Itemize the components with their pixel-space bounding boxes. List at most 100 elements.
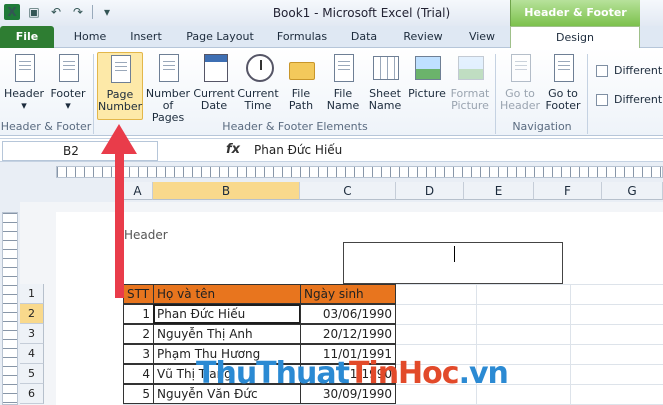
tab-page-layout[interactable]: Page Layout <box>183 26 257 48</box>
column-header-b[interactable]: B <box>153 182 300 200</box>
format-picture-label-2: Picture <box>451 99 489 112</box>
watermark-part-3: .vn <box>458 356 509 391</box>
row-header-4[interactable]: 4 <box>20 344 44 364</box>
go-to-header-icon <box>505 52 535 86</box>
page-number-button[interactable]: Page Number <box>97 52 143 120</box>
table-cell-dob[interactable]: 03/06/1990 <box>300 304 396 324</box>
current-date-button[interactable]: Current Date <box>193 52 235 120</box>
tab-home[interactable]: Home <box>70 26 110 48</box>
row-header-6[interactable]: 6 <box>20 384 44 404</box>
formula-bar: B2 fx Phan Đức Hiếu <box>0 138 663 162</box>
tab-formulas[interactable]: Formulas <box>274 26 330 48</box>
go-to-footer-button[interactable]: Go to Footer <box>542 52 584 120</box>
horizontal-ruler <box>56 166 663 178</box>
checkbox-box[interactable] <box>596 93 608 106</box>
context-tab-group-label: Header & Footer Tools <box>510 0 640 45</box>
header-center-section[interactable] <box>343 242 563 284</box>
footer-icon <box>53 52 83 86</box>
table-cell-dob[interactable]: 20/12/1990 <box>300 324 396 344</box>
group-label-navigation: Navigation <box>512 120 572 133</box>
table-cell-name[interactable]: Nguyễn Thị Anh <box>153 324 301 344</box>
watermark-part-1: ThuThuat <box>196 356 350 391</box>
footer-button[interactable]: Footer ▾ <box>46 52 90 120</box>
group-label-header-footer-elements: Header & Footer Elements <box>222 120 368 133</box>
table-header-name[interactable]: Họ và tên <box>153 284 301 304</box>
formula-input[interactable]: Phan Đức Hiếu <box>254 143 342 157</box>
page-number-icon <box>105 53 135 87</box>
format-picture-button[interactable]: Format Picture <box>449 52 491 120</box>
file-name-button[interactable]: File Name <box>323 52 363 120</box>
pointer-arrow <box>115 150 124 298</box>
title-bar: X ▣ ↶ ↷ ▾ Book1 - Microsoft Excel (Trial… <box>0 0 663 45</box>
column-header-g[interactable]: G <box>602 182 663 200</box>
group-label-header-footer: Header & Footer <box>0 120 92 133</box>
dropdown-arrow-icon: ▾ <box>21 99 27 112</box>
current-date-label-2: Date <box>200 99 228 112</box>
checkbox-label: Different <box>614 64 663 77</box>
group-separator <box>587 54 588 134</box>
file-path-label-2: Path <box>288 99 314 112</box>
table-cell-stt[interactable]: 4 <box>123 364 154 384</box>
different-first-page-checkbox[interactable]: Different <box>596 64 662 77</box>
tab-review[interactable]: Review <box>398 26 448 48</box>
tab-file[interactable]: File <box>0 26 54 48</box>
tab-data[interactable]: Data <box>346 26 382 48</box>
group-separator <box>93 54 94 134</box>
column-header-e[interactable]: E <box>464 182 534 200</box>
sheet-name-button[interactable]: Sheet Name <box>365 52 405 120</box>
current-time-button[interactable]: Current Time <box>237 52 279 120</box>
clock-icon <box>243 52 274 86</box>
header-area-label: Header <box>124 228 168 242</box>
calendar-icon <box>199 52 229 86</box>
picture-label-1: Picture <box>408 87 446 100</box>
table-header-dob[interactable]: Ngày sinh <box>300 284 396 304</box>
checkbox-box[interactable] <box>596 64 608 77</box>
page-number-label-2: Number <box>98 100 143 113</box>
row-header-3[interactable]: 3 <box>20 324 44 344</box>
go-to-header-label-2: Header <box>499 99 541 112</box>
table-cell-stt[interactable]: 5 <box>123 384 154 404</box>
dropdown-arrow-icon: ▾ <box>65 99 71 112</box>
watermark: ThuThuatTinHoc.vn <box>196 356 509 391</box>
picture-button[interactable]: Picture <box>407 52 447 120</box>
file-name-icon <box>328 52 358 86</box>
table-header-stt[interactable]: STT <box>123 284 154 304</box>
go-to-header-button[interactable]: Go to Header <box>499 52 541 120</box>
go-to-footer-icon <box>548 52 578 86</box>
checkbox-label: Different <box>614 93 663 106</box>
text-cursor <box>454 246 455 262</box>
number-of-pages-icon <box>153 52 183 86</box>
table-cell-name[interactable]: Phan Đức Hiếu <box>153 304 301 324</box>
table-cell-stt[interactable]: 2 <box>123 324 154 344</box>
watermark-part-2: TinHoc <box>348 356 460 391</box>
ribbon: Header ▾ Footer ▾ Header & Footer Page N… <box>0 48 663 136</box>
tab-design[interactable]: Design <box>510 26 640 49</box>
ribbon-tabs: File Home Insert Page Layout Formulas Da… <box>0 26 663 49</box>
pointer-arrow-head <box>101 124 137 154</box>
insert-function-icon[interactable]: fx <box>226 142 240 157</box>
tab-view[interactable]: View <box>462 26 502 48</box>
file-name-label-2: Name <box>326 99 360 112</box>
file-path-button[interactable]: File Path <box>281 52 321 120</box>
row-header-1[interactable]: 1 <box>20 284 44 304</box>
table-cell-stt[interactable]: 3 <box>123 344 154 364</box>
column-header-a[interactable]: A <box>123 182 153 200</box>
current-time-label-2: Time <box>244 99 272 112</box>
different-odd-even-checkbox[interactable]: Different <box>596 93 662 106</box>
row-header-5[interactable]: 5 <box>20 364 44 384</box>
vertical-ruler <box>2 212 18 405</box>
sheet-icon <box>370 52 400 86</box>
go-to-footer-label-2: Footer <box>545 99 581 112</box>
header-icon <box>9 52 39 86</box>
number-of-pages-button[interactable]: Number of Pages <box>145 52 191 124</box>
picture-icon <box>412 52 442 86</box>
column-header-c[interactable]: C <box>300 182 396 200</box>
row-header-2[interactable]: 2 <box>20 304 44 324</box>
tab-insert[interactable]: Insert <box>126 26 166 48</box>
column-header-d[interactable]: D <box>396 182 464 200</box>
folder-icon <box>286 52 316 86</box>
format-picture-icon <box>455 52 485 86</box>
header-button[interactable]: Header ▾ <box>2 52 46 120</box>
table-cell-stt[interactable]: 1 <box>123 304 154 324</box>
column-header-f[interactable]: F <box>534 182 602 200</box>
